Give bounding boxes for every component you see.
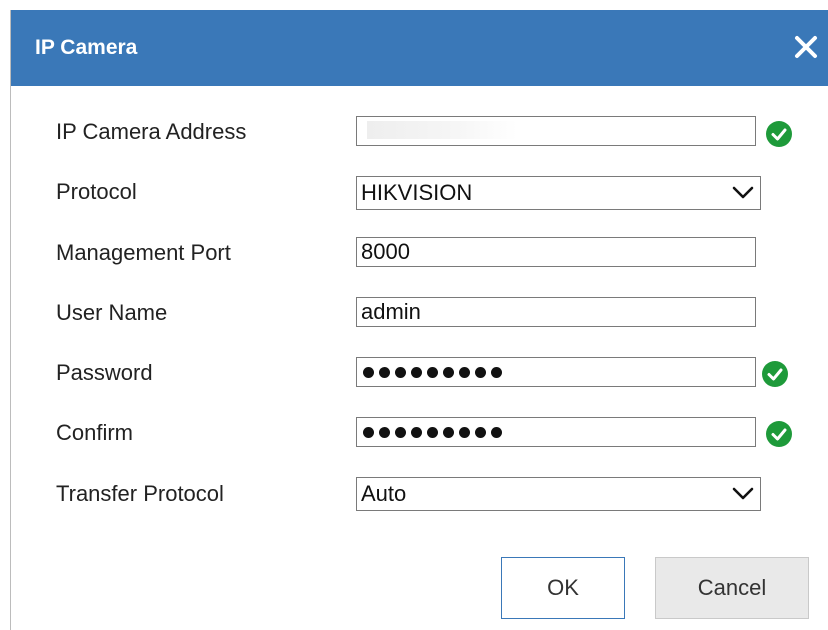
mask-dot (491, 366, 502, 378)
transfer-protocol-select[interactable]: Auto (356, 477, 761, 511)
ok-button[interactable]: OK (501, 557, 625, 619)
mask-dot (363, 426, 374, 438)
user-name-value: admin (361, 299, 421, 324)
transfer-protocol-label: Transfer Protocol (56, 481, 224, 506)
password-mask (363, 358, 502, 386)
protocol-label: Protocol (56, 179, 137, 204)
chevron-down-icon (732, 487, 754, 500)
management-port-input[interactable]: 8000 (356, 237, 756, 267)
mask-dot (443, 366, 454, 378)
dialog-title-bar: IP Camera (11, 10, 828, 86)
mask-dot (411, 366, 422, 378)
dialog-title: IP Camera (35, 36, 138, 59)
cancel-button[interactable]: Cancel (655, 557, 809, 619)
confirm-password-input[interactable] (356, 417, 756, 447)
mask-dot (427, 426, 438, 438)
chevron-down-icon (732, 186, 754, 199)
close-icon (795, 36, 817, 58)
protocol-select[interactable]: HIKVISION (356, 176, 761, 210)
ip-camera-address-input[interactable] (356, 116, 756, 146)
ip-camera-dialog: IP Camera IP Camera Address Protocol HIK… (10, 10, 828, 630)
management-port-value: 8000 (361, 239, 410, 264)
confirm-label: Confirm (56, 420, 134, 445)
check-circle-icon (762, 361, 788, 387)
protocol-value: HIKVISION (361, 180, 473, 205)
mask-dot (459, 366, 470, 378)
user-name-label: User Name (56, 300, 168, 325)
mask-dot (475, 366, 486, 378)
check-circle-icon (766, 121, 792, 147)
mask-dot (411, 426, 422, 438)
mask-dot (379, 366, 390, 378)
mask-dot (459, 426, 470, 438)
management-port-label: Management Port (56, 240, 231, 265)
mask-dot (475, 426, 486, 438)
password-label: Password (56, 360, 153, 385)
mask-dot (395, 426, 406, 438)
mask-dot (427, 366, 438, 378)
mask-dot (363, 366, 374, 378)
check-circle-icon (766, 421, 792, 447)
ip-camera-address-label: IP Camera Address (56, 119, 247, 144)
mask-dot (379, 426, 390, 438)
mask-dot (491, 426, 502, 438)
close-button[interactable] (791, 32, 821, 62)
user-name-input[interactable]: admin (356, 297, 756, 327)
confirm-mask (363, 418, 502, 446)
password-input[interactable] (356, 357, 756, 387)
mask-dot (395, 366, 406, 378)
redacted-address (367, 121, 517, 139)
transfer-protocol-value: Auto (361, 481, 407, 506)
mask-dot (443, 426, 454, 438)
